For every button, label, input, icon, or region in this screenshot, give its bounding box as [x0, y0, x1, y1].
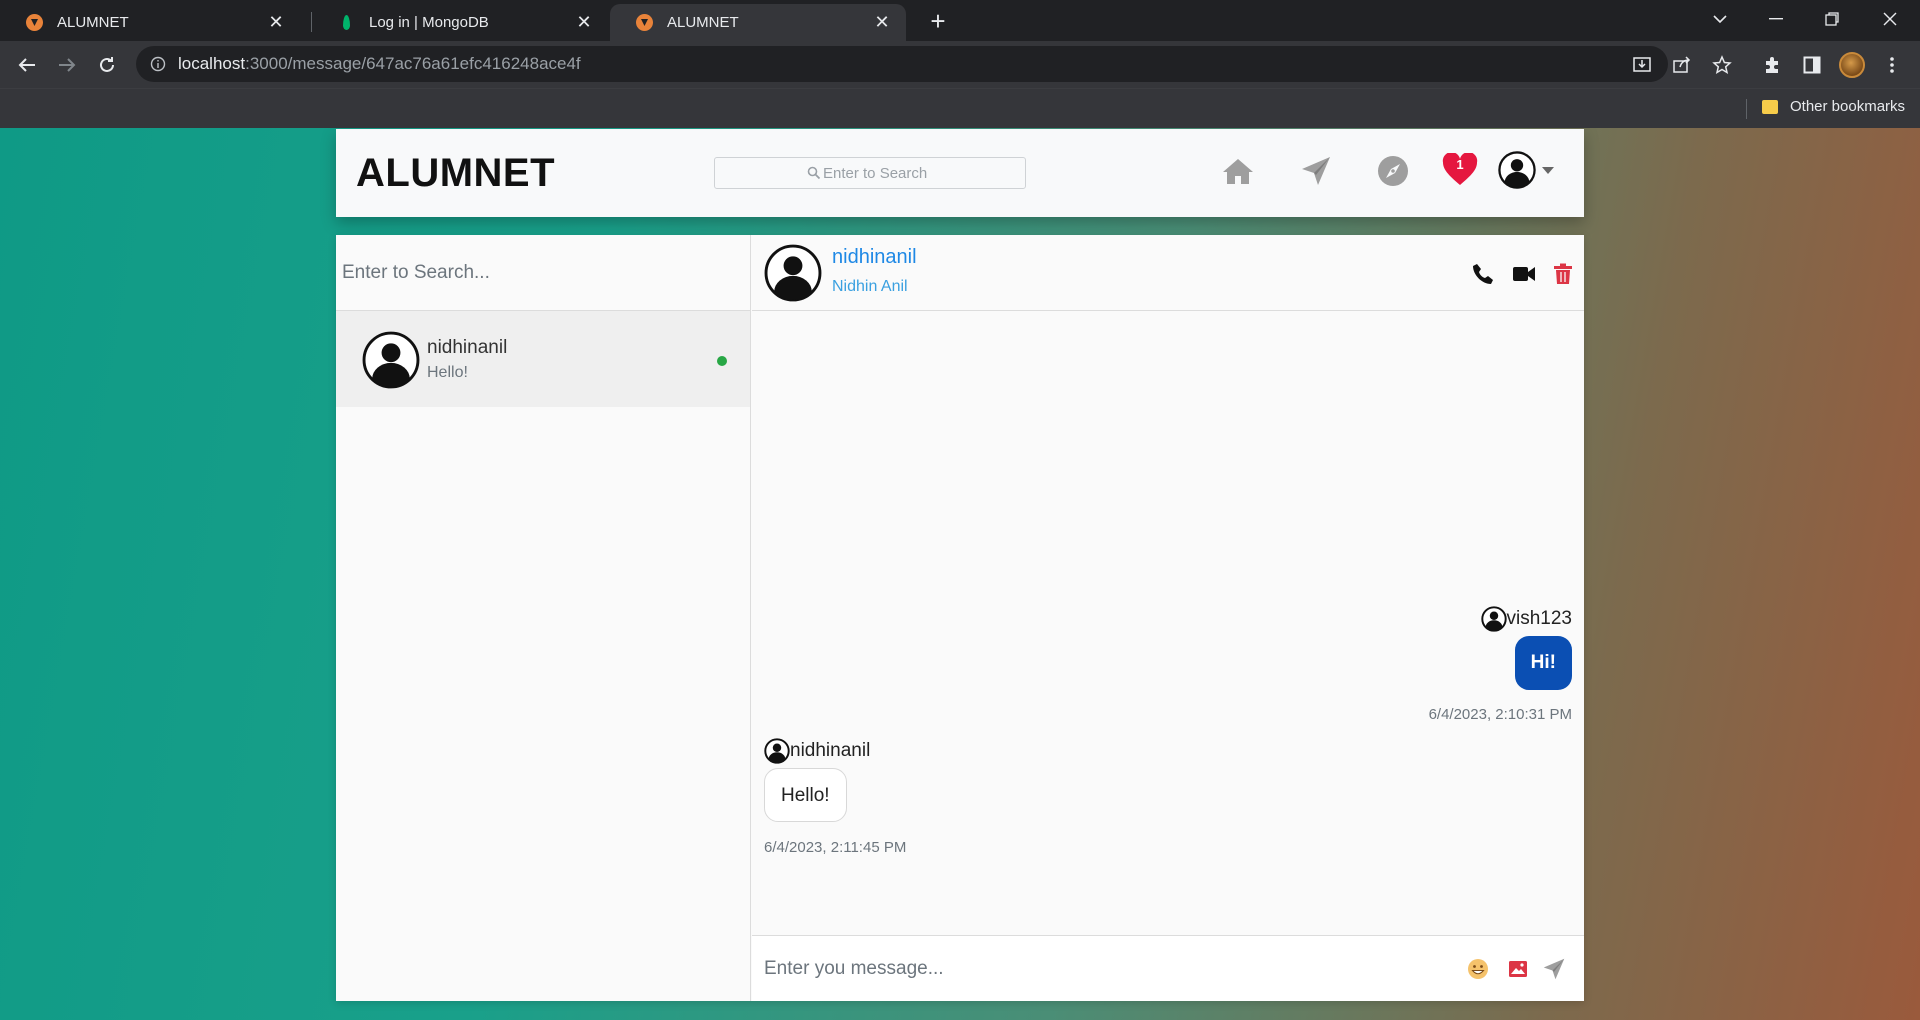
reload-icon[interactable]	[91, 49, 123, 81]
tab-close-icon[interactable]: ✕	[266, 12, 286, 33]
message-input[interactable]	[764, 957, 1444, 980]
back-arrow-icon[interactable]	[11, 49, 43, 81]
kebab-menu-icon[interactable]	[1876, 49, 1908, 81]
tab-close-icon[interactable]: ✕	[574, 12, 594, 33]
install-app-icon[interactable]	[1626, 49, 1658, 81]
address-bar[interactable]: localhost:3000/message/647ac76a61efc4162…	[136, 46, 1668, 82]
browser-tab-3-active[interactable]: ALUMNET ✕	[610, 4, 906, 41]
page-background: ALUMNET 1	[0, 128, 1920, 1020]
delete-trash-icon[interactable]	[1550, 261, 1576, 287]
tab-title: ALUMNET	[667, 14, 739, 31]
browser-tabstrip: ALUMNET ✕ Log in | MongoDB ✕ ALUMNET ✕ +	[0, 0, 1920, 41]
chat-partner-avatar-icon[interactable]	[764, 244, 822, 302]
site-info-icon[interactable]	[150, 56, 166, 72]
restore-icon[interactable]	[1804, 0, 1860, 38]
close-window-icon[interactable]	[1862, 0, 1918, 38]
alumnet-favicon-icon	[26, 14, 43, 31]
profile-avatar[interactable]	[1836, 49, 1868, 81]
explore-compass-icon[interactable]	[1373, 151, 1413, 191]
notification-count-badge: 1	[1456, 157, 1464, 172]
outgoing-message-bubble: Hi!	[1514, 636, 1572, 690]
tab-close-icon[interactable]: ✕	[872, 12, 892, 33]
message-timestamp: 6/4/2023, 2:11:45 PM	[764, 839, 907, 856]
incoming-message-bubble: Hello!	[764, 768, 847, 822]
app-navbar: ALUMNET 1	[336, 129, 1584, 217]
chat-header: nidhinanil Nidhin Anil	[752, 235, 1584, 311]
url-path: :3000/message/647ac76a61efc416248ace4f	[245, 54, 581, 73]
chat-partner-fullname: Nidhin Anil	[832, 278, 908, 295]
message-sender-name: nidhinanil	[790, 740, 871, 761]
search-icon	[807, 166, 821, 180]
extensions-puzzle-icon[interactable]	[1756, 49, 1788, 81]
home-icon[interactable]	[1218, 151, 1258, 191]
conversation-search-input[interactable]	[342, 261, 742, 284]
conversation-item[interactable]: nidhinanil Hello!	[336, 311, 750, 407]
user-avatar-icon	[1498, 151, 1536, 189]
share-icon[interactable]	[1666, 49, 1698, 81]
send-message-icon[interactable]	[1540, 955, 1568, 983]
forward-arrow-icon[interactable]	[51, 49, 83, 81]
tab-title: Log in | MongoDB	[369, 14, 489, 31]
contact-last-message: Hello!	[427, 364, 468, 381]
folder-icon	[1762, 99, 1778, 114]
brand-logo[interactable]: ALUMNET	[356, 151, 555, 196]
contact-avatar-icon	[362, 331, 420, 389]
other-bookmarks-label: Other bookmarks	[1790, 98, 1906, 115]
sender-avatar-icon	[764, 738, 790, 764]
notifications-heart-icon[interactable]: 1	[1440, 151, 1480, 191]
chevron-down-icon	[1542, 166, 1554, 174]
bookmark-star-icon[interactable]	[1706, 49, 1738, 81]
chat-partner-username[interactable]: nidhinanil	[832, 246, 917, 269]
browser-toolbar: localhost:3000/message/647ac76a61efc4162…	[0, 41, 1920, 88]
browser-tab-2[interactable]: Log in | MongoDB ✕	[312, 4, 608, 41]
emoji-icon[interactable]	[1464, 955, 1492, 983]
message-sender-line: nidhinanil	[764, 738, 870, 764]
user-menu-dropdown[interactable]	[1498, 151, 1554, 189]
navbar-search[interactable]	[714, 157, 1026, 189]
message-timestamp: 6/4/2023, 2:10:31 PM	[1428, 706, 1572, 723]
online-status-dot	[717, 356, 727, 366]
minimize-icon[interactable]	[1748, 0, 1804, 38]
other-bookmarks[interactable]: Other bookmarks	[1762, 98, 1905, 115]
message-composer	[752, 935, 1584, 1001]
browser-tab-1[interactable]: ALUMNET ✕	[0, 4, 300, 41]
chat-container: nidhinanil Hello! nidhinanil Nidhin Anil	[336, 235, 1584, 1001]
message-sender-name: vish123	[1506, 608, 1573, 629]
send-plane-icon[interactable]	[1296, 151, 1336, 191]
contact-username: nidhinanil	[427, 337, 508, 358]
sender-avatar-icon	[1480, 606, 1507, 632]
voice-call-phone-icon[interactable]	[1470, 261, 1496, 287]
video-call-icon[interactable]	[1511, 261, 1537, 287]
new-tab-plus-icon[interactable]: +	[924, 7, 952, 35]
tab-search-chevron-icon[interactable]	[1692, 0, 1748, 38]
url-host: localhost	[178, 54, 246, 73]
bookmarks-divider	[1746, 99, 1747, 119]
conversation-search[interactable]	[336, 235, 751, 311]
tab-title: ALUMNET	[57, 14, 129, 31]
side-panel-icon[interactable]	[1796, 49, 1828, 81]
message-list: vish123 Hi! 6/4/2023, 2:10:31 PM nidhina…	[752, 312, 1584, 934]
alumnet-favicon-icon	[636, 14, 653, 31]
url-text: localhost:3000/message/647ac76a61efc4162…	[178, 54, 581, 74]
image-upload-icon[interactable]	[1504, 955, 1532, 983]
conversation-sidebar: nidhinanil Hello!	[336, 235, 751, 1001]
mongodb-leaf-icon	[338, 14, 355, 31]
bookmarks-bar: Other bookmarks	[0, 88, 1920, 128]
message-sender-line: vish123	[1480, 606, 1573, 632]
navbar-search-input[interactable]	[823, 164, 933, 182]
